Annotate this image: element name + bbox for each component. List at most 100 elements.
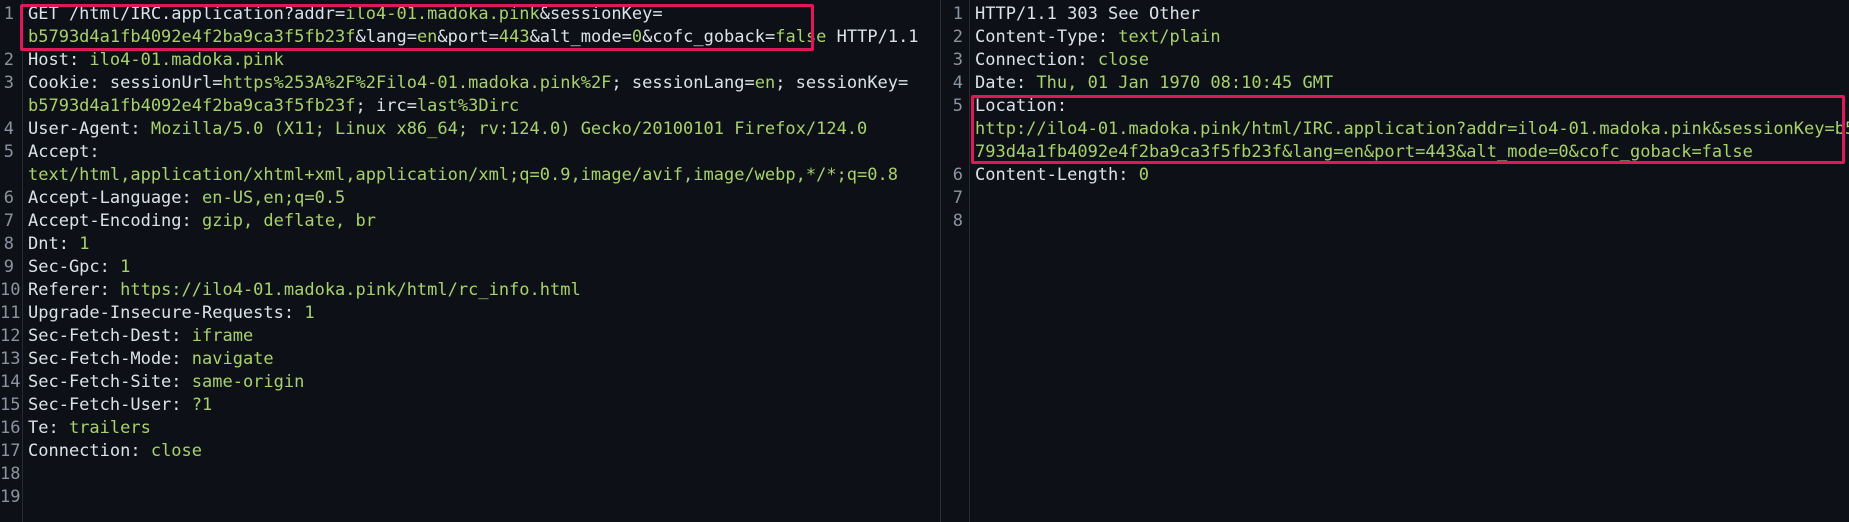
line-number: 6 bbox=[3, 188, 14, 208]
response-line[interactable]: http://ilo4-01.madoka.pink/html/IRC.appl… bbox=[941, 118, 1849, 141]
line-text: Te: trailers bbox=[28, 417, 151, 440]
response-line[interactable]: 5 Location: bbox=[941, 95, 1849, 118]
line-number: 12 bbox=[0, 326, 21, 346]
line-text: Cookie: sessionUrl=https%253A%2F%2Filo4-… bbox=[28, 72, 908, 95]
value-token: text/html,application/xhtml+xml,applicat… bbox=[28, 165, 898, 185]
value-token: https%253A%2F%2Filo4-01.madoka.pink%2F bbox=[222, 73, 612, 93]
request-line[interactable]: 15 Sec-Fetch-User: ?1 bbox=[0, 394, 938, 417]
value-token: b5793d4a1fb4092e4f2ba9ca3f5fb23f bbox=[28, 27, 356, 47]
request-line[interactable]: 10 Referer: https://ilo4-01.madoka.pink/h… bbox=[0, 279, 938, 302]
line-text: Connection: close bbox=[975, 49, 1149, 72]
line-text: User-Agent: Mozilla/5.0 (X11; Linux x86_… bbox=[28, 118, 867, 141]
key-token: Upgrade-Insecure-Requests: bbox=[28, 303, 305, 323]
value-token: ilo4-01.madoka.pink bbox=[89, 50, 284, 70]
line-number: 2 bbox=[3, 50, 14, 70]
response-line[interactable]: 3 Connection: close bbox=[941, 49, 1849, 72]
key-token: Content-Length: bbox=[975, 165, 1139, 185]
line-text: http://ilo4-01.madoka.pink/html/IRC.appl… bbox=[975, 118, 1849, 141]
line-text: Sec-Fetch-Dest: iframe bbox=[28, 325, 253, 348]
request-line[interactable]: 1 GET /html/IRC.application?addr=ilo4-01.… bbox=[0, 3, 938, 26]
value-token: false bbox=[775, 27, 827, 47]
value-token: trailers bbox=[68, 418, 151, 438]
request-editor-pane[interactable]: 1 GET /html/IRC.application?addr=ilo4-01.… bbox=[0, 0, 938, 522]
line-text: Sec-Fetch-User: ?1 bbox=[28, 394, 212, 417]
value-token: Mozilla/5.0 (X11; Linux x86_64; rv:124.0… bbox=[150, 119, 868, 139]
request-line[interactable]: b5793d4a1fb4092e4f2ba9ca3f5fb23f&lang=en… bbox=[0, 26, 938, 49]
line-number: 4 bbox=[3, 119, 14, 139]
request-line[interactable]: b5793d4a1fb4092e4f2ba9ca3f5fb23f; irc=la… bbox=[0, 95, 938, 118]
request-line[interactable]: 11 Upgrade-Insecure-Requests: 1 bbox=[0, 302, 938, 325]
key-token: Sec-Fetch-User: bbox=[28, 395, 192, 415]
request-line[interactable]: 5 Accept: bbox=[0, 141, 938, 164]
response-editor-pane[interactable]: 1 HTTP/1.1 303 See Other 2 Content-Type: te… bbox=[940, 0, 1849, 522]
line-number: 3 bbox=[952, 50, 963, 70]
key-token: &sessionKey= bbox=[539, 4, 663, 24]
line-number: 9 bbox=[3, 257, 14, 277]
value-token: text/plain bbox=[1118, 27, 1221, 47]
line-text: 793d4a1fb4092e4f2ba9ca3f5fb23f&lang=en&p… bbox=[975, 141, 1753, 164]
line-text: Sec-Fetch-Site: same-origin bbox=[28, 371, 304, 394]
line-text: b5793d4a1fb4092e4f2ba9ca3f5fb23f; irc=la… bbox=[28, 95, 519, 118]
request-line[interactable]: text/html,application/xhtml+xml,applicat… bbox=[0, 164, 938, 187]
response-line[interactable]: 1 HTTP/1.1 303 See Other bbox=[941, 3, 1849, 26]
request-line[interactable]: 12 Sec-Fetch-Dest: iframe bbox=[0, 325, 938, 348]
response-line[interactable]: 7 bbox=[941, 187, 1849, 210]
value-token: ?1 bbox=[191, 395, 213, 415]
key-token: ; irc= bbox=[355, 96, 417, 116]
response-line[interactable]: 6 Content-Length: 0 bbox=[941, 164, 1849, 187]
key-token: Connection: bbox=[975, 50, 1098, 70]
request-line[interactable]: 8 Dnt: 1 bbox=[0, 233, 938, 256]
line-number: 7 bbox=[3, 211, 14, 231]
line-number: 5 bbox=[3, 142, 14, 162]
value-token: 0 bbox=[631, 27, 643, 47]
line-number: 6 bbox=[952, 165, 963, 185]
key-token: &lang= bbox=[355, 27, 417, 47]
response-line[interactable]: 2 Content-Type: text/plain bbox=[941, 26, 1849, 49]
request-line[interactable]: 9 Sec-Gpc: 1 bbox=[0, 256, 938, 279]
key-token: Referer: bbox=[28, 280, 121, 300]
request-line[interactable]: 19 bbox=[0, 486, 938, 509]
request-line[interactable]: 3 Cookie: sessionUrl=https%253A%2F%2Filo4… bbox=[0, 72, 938, 95]
key-token: Connection: bbox=[28, 441, 151, 461]
request-lines[interactable]: 1 GET /html/IRC.application?addr=ilo4-01.… bbox=[0, 3, 938, 509]
request-line[interactable]: 2 Host: ilo4-01.madoka.pink bbox=[0, 49, 938, 72]
key-token: Sec-Fetch-Site: bbox=[28, 372, 192, 392]
key-token: Location: bbox=[975, 96, 1068, 116]
value-token: 1 bbox=[79, 234, 90, 254]
request-line[interactable]: 14 Sec-Fetch-Site: same-origin bbox=[0, 371, 938, 394]
line-number: 1 bbox=[952, 4, 963, 24]
value-token: close bbox=[1097, 50, 1150, 70]
key-token: sessionUrl= bbox=[109, 73, 223, 93]
line-number: 5 bbox=[952, 96, 963, 116]
line-number: 13 bbox=[0, 349, 21, 369]
value-token: https://ilo4-01.madoka.pink/html/rc_info… bbox=[120, 280, 581, 300]
response-line[interactable]: 793d4a1fb4092e4f2ba9ca3f5fb23f&lang=en&p… bbox=[941, 141, 1849, 164]
request-line[interactable]: 16 Te: trailers bbox=[0, 417, 938, 440]
line-text: text/html,application/xhtml+xml,applicat… bbox=[28, 164, 898, 187]
key-token: Dnt: bbox=[28, 234, 80, 254]
response-lines[interactable]: 1 HTTP/1.1 303 See Other 2 Content-Type: te… bbox=[941, 3, 1849, 233]
line-text: GET /html/IRC.application?addr=ilo4-01.m… bbox=[28, 3, 663, 26]
key-token: &cofc_goback= bbox=[642, 27, 776, 47]
request-line[interactable]: 4 User-Agent: Mozilla/5.0 (X11; Linux x86… bbox=[0, 118, 938, 141]
request-line[interactable]: 6 Accept-Language: en-US,en;q=0.5 bbox=[0, 187, 938, 210]
value-token: close bbox=[150, 441, 203, 461]
key-token: Content-Type: bbox=[975, 27, 1119, 47]
value-token: 793d4a1fb4092e4f2ba9ca3f5fb23f&lang=en&p… bbox=[975, 142, 1753, 162]
key-token: Cookie: bbox=[28, 73, 110, 93]
request-line[interactable]: 7 Accept-Encoding: gzip, deflate, br bbox=[0, 210, 938, 233]
key-token: Accept-Encoding: bbox=[28, 211, 202, 231]
response-line[interactable]: 8 bbox=[941, 210, 1849, 233]
value-token: same-origin bbox=[191, 372, 305, 392]
request-line[interactable]: 17 Connection: close bbox=[0, 440, 938, 463]
line-number: 18 bbox=[0, 464, 21, 484]
key-token: Date: bbox=[975, 73, 1037, 93]
request-line[interactable]: 13 Sec-Fetch-Mode: navigate bbox=[0, 348, 938, 371]
key-token: Accept-Language: bbox=[28, 188, 202, 208]
key-token: HTTP/1.1 bbox=[826, 27, 919, 47]
response-line[interactable]: 4 Date: Thu, 01 Jan 1970 08:10:45 GMT bbox=[941, 72, 1849, 95]
request-line[interactable]: 18 bbox=[0, 463, 938, 486]
line-number: 16 bbox=[0, 418, 21, 438]
key-token: &port= bbox=[437, 27, 499, 47]
line-text: Content-Type: text/plain bbox=[975, 26, 1221, 49]
